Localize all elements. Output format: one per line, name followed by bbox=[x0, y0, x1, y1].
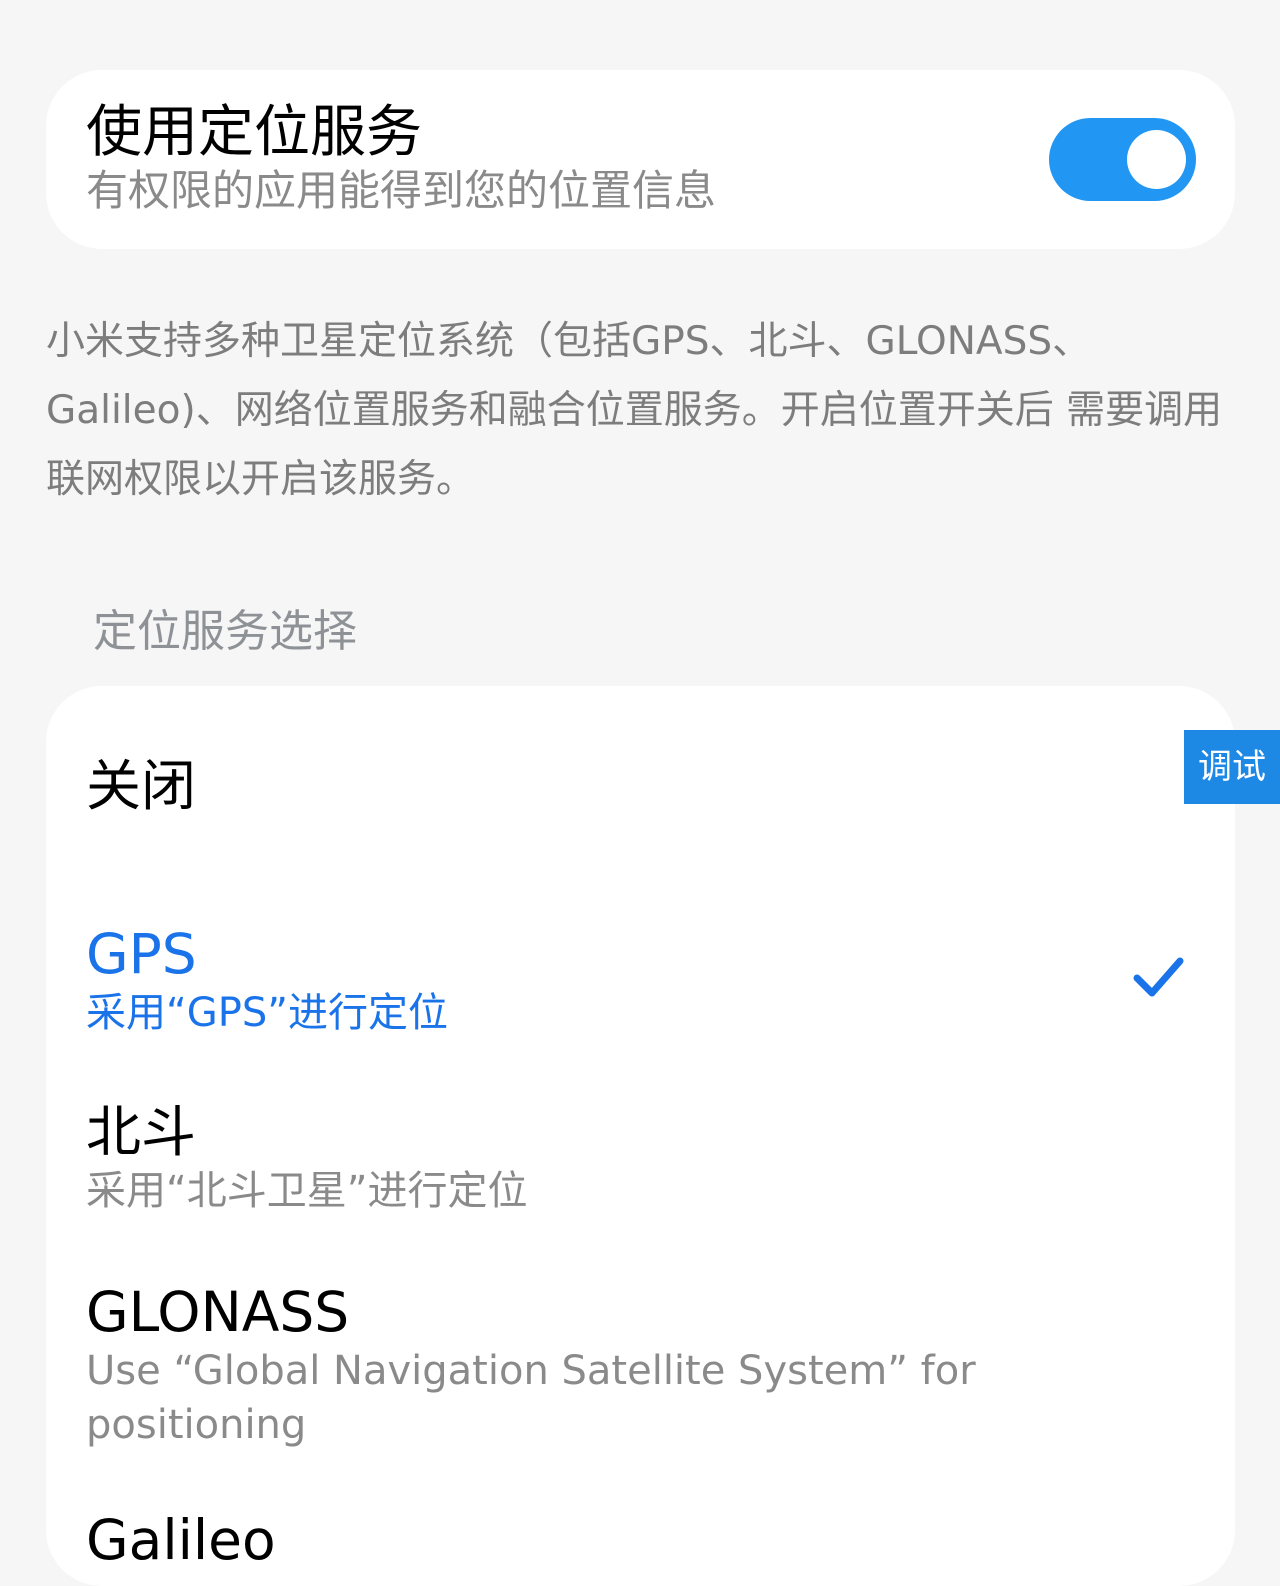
location-description: 小米支持多种卫星定位系统（包括GPS、北斗、GLONASS、Galileo)、网… bbox=[46, 319, 1223, 502]
toggle-knob bbox=[1127, 130, 1186, 189]
option-glonass[interactable]: GLONASS Use “Global Navigation Satellite… bbox=[86, 1280, 1146, 1452]
debug-tab-button[interactable]: 调试 bbox=[1184, 730, 1280, 804]
option-title: GLONASS bbox=[86, 1280, 350, 1344]
option-title: 北斗 bbox=[86, 1100, 197, 1164]
section-header-location-mode: 定位服务选择 bbox=[93, 606, 357, 657]
option-subtitle: 采用“GPS”进行定位 bbox=[86, 990, 448, 1036]
option-off[interactable]: 关闭 bbox=[86, 754, 1146, 818]
option-beidou[interactable]: 北斗 采用“北斗卫星”进行定位 bbox=[86, 1100, 1146, 1218]
checkmark-icon bbox=[1133, 957, 1184, 997]
location-service-subtitle: 有权限的应用能得到您的位置信息 bbox=[86, 166, 717, 215]
location-service-toggle[interactable] bbox=[1049, 118, 1196, 201]
option-title: 关闭 bbox=[86, 754, 197, 818]
location-service-card[interactable]: 使用定位服务 有权限的应用能得到您的位置信息 bbox=[46, 70, 1235, 249]
option-subtitle: 采用“北斗卫星”进行定位 bbox=[86, 1168, 528, 1214]
location-mode-list: 关闭 GPS 采用“GPS”进行定位 北斗 采用“北斗卫星”进行定位 GLONA… bbox=[46, 686, 1235, 1586]
option-title: GPS bbox=[86, 922, 197, 986]
location-service-title: 使用定位服务 bbox=[86, 100, 422, 165]
option-subtitle: Use “Global Navigation Satellite System”… bbox=[86, 1348, 976, 1448]
option-gps[interactable]: GPS 采用“GPS”进行定位 bbox=[86, 922, 1146, 1040]
option-title: Galileo bbox=[86, 1508, 276, 1572]
option-galileo[interactable]: Galileo bbox=[86, 1508, 1146, 1572]
